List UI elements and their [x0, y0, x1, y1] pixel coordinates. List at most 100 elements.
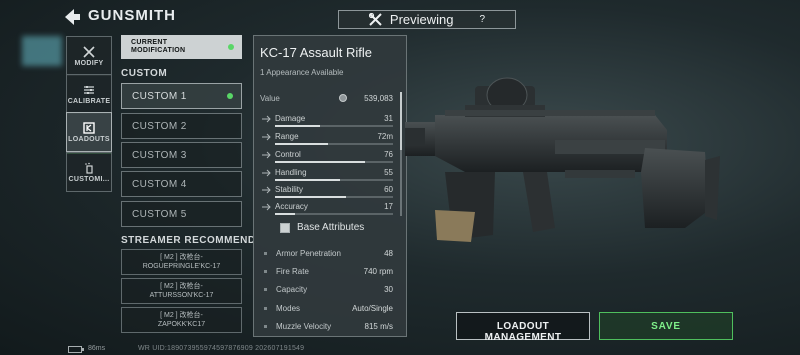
stat-value: 60	[384, 185, 393, 194]
uid-readout: WR UID:189073955974597876909 20260719154…	[138, 345, 305, 352]
custom-section-label: CUSTOM	[121, 68, 168, 79]
spray-icon	[85, 162, 93, 174]
previewing-label: Previewing	[389, 12, 454, 27]
help-icon[interactable]: ?	[480, 14, 486, 25]
stat-name: Control	[275, 150, 301, 159]
ping-readout: 86ms	[88, 345, 106, 352]
stat-name: Damage	[275, 114, 306, 123]
stat-bar-track	[275, 125, 393, 127]
bullet-icon	[264, 270, 267, 273]
nav-calibrate-label: CALIBRATE	[67, 97, 111, 105]
nav-calibrate[interactable]: CALIBRATE	[66, 74, 112, 114]
attribute-value: 815 m/s	[364, 322, 393, 331]
stat-value: 72m	[377, 132, 393, 141]
nav-modify-label: MODIFY	[74, 59, 104, 67]
previewing-indicator[interactable]: Previewing ?	[338, 10, 516, 29]
custom-slot-4[interactable]: CUSTOM 4	[121, 171, 242, 197]
bullet-icon	[264, 252, 267, 255]
stat-bar-fill	[275, 196, 346, 198]
streamer-preset-line1: [ M2 ] 改枪台-	[160, 254, 203, 261]
scrollbar-thumb[interactable]	[400, 92, 402, 150]
stat-bar-fill	[275, 179, 340, 181]
attribute-value: 48	[384, 249, 393, 258]
active-dot-icon	[227, 93, 233, 99]
streamer-preset-1[interactable]: [ M2 ] 改枪台- ROGUEPRINGLE'KC-17	[121, 249, 242, 275]
nav-modify[interactable]: MODIFY	[66, 36, 112, 76]
value-amount: 539,083	[364, 94, 393, 103]
streamer-preset-line1: [ M2 ] 改枪台-	[160, 312, 203, 319]
stat-bar-track	[275, 179, 393, 181]
nav-loadouts-label: LOADOUTS	[68, 135, 110, 143]
custom-slot-1[interactable]: CUSTOM 1	[121, 83, 242, 109]
battery-icon	[68, 346, 84, 353]
streamer-preset-line2: ROGUEPRINGLE'KC-17	[142, 263, 221, 270]
stability-icon	[262, 186, 271, 194]
accuracy-icon	[262, 203, 271, 211]
range-icon	[262, 133, 271, 141]
value-label: Value	[260, 94, 280, 103]
stat-name: Stability	[275, 185, 304, 194]
streamer-preset-line1: [ M2 ] 改枪台-	[160, 283, 203, 290]
attribute-value: Auto/Single	[352, 304, 393, 313]
save-button[interactable]: SAVE	[599, 312, 733, 340]
loadout-icon	[83, 121, 95, 134]
stat-bar-track	[275, 213, 393, 215]
nav-loadouts[interactable]: LOADOUTS	[66, 112, 112, 154]
nav-customize-label: CUSTOMI...	[68, 175, 110, 183]
nav-customize[interactable]: CUSTOMI...	[66, 152, 112, 192]
wrench-icon	[83, 45, 95, 58]
control-icon	[262, 151, 271, 159]
coin-icon	[339, 94, 347, 102]
stat-name: Handling	[275, 168, 307, 177]
stat-bar-fill	[275, 161, 365, 163]
stat-value: 55	[384, 168, 393, 177]
checkbox[interactable]	[280, 223, 290, 233]
stat-stability: Stability 60	[259, 185, 393, 203]
streamer-preset-2[interactable]: [ M2 ] 改枪台- ATTURSSON'KC-17	[121, 278, 242, 304]
attribute-name: Modes	[276, 304, 301, 313]
bullet-icon	[264, 288, 267, 291]
custom-slot-3[interactable]: CUSTOM 3	[121, 142, 242, 168]
appearance-count[interactable]: 1 Appearance Available	[260, 68, 343, 77]
page-title: GUNSMITH	[88, 7, 176, 24]
stat-bar-fill	[275, 213, 296, 215]
stat-handling: Handling 55	[259, 168, 393, 186]
custom-slot-5[interactable]: CUSTOM 5	[121, 201, 242, 227]
base-attributes-toggle[interactable]: Base Attributes	[266, 222, 396, 236]
weapon-name: KC-17 Assault Rifle	[260, 45, 372, 60]
streamer-preset-line2: ZAPOKK'KC17	[157, 321, 206, 328]
attribute-name: Armor Penetration	[276, 249, 341, 258]
attribute-name: Muzzle Velocity	[276, 322, 332, 331]
loadout-management-button[interactable]: LOADOUT MANAGEMENT	[456, 312, 590, 343]
custom-slot-label: CUSTOM 4	[132, 179, 187, 190]
stat-bar-track	[275, 143, 393, 145]
attribute-value: 740 rpm	[363, 267, 393, 276]
current-modification-line1: CURRENT	[131, 39, 168, 46]
stat-control: Control 76	[259, 150, 393, 168]
stat-damage: Damage 31	[259, 114, 393, 132]
streamer-preset-line2: ATTURSSON'KC-17	[149, 292, 214, 299]
bullet-icon	[264, 325, 267, 328]
base-attributes-label: Base Attributes	[297, 222, 365, 233]
attribute-name: Fire Rate	[276, 267, 309, 276]
stats-scrollbar[interactable]	[400, 92, 402, 216]
damage-icon	[262, 115, 271, 123]
bullet-icon	[264, 307, 267, 310]
handling-icon	[262, 169, 271, 177]
stat-value: 76	[384, 150, 393, 159]
streamer-preset-3[interactable]: [ M2 ] 改枪台- ZAPOKK'KC17	[121, 307, 242, 333]
stat-bar-track	[275, 161, 393, 163]
attribute-value: 30	[384, 285, 393, 294]
custom-slot-label: CUSTOM 3	[132, 150, 187, 161]
sliders-icon	[84, 85, 94, 94]
custom-slot-2[interactable]: CUSTOM 2	[121, 113, 242, 139]
back-arrow-icon[interactable]	[62, 8, 82, 26]
stat-bar-fill	[275, 125, 320, 127]
custom-slot-label: CUSTOM 2	[132, 121, 187, 132]
value-row: Value 539,083	[260, 94, 393, 103]
stat-bar-track	[275, 196, 393, 198]
attribute-name: Capacity	[276, 285, 308, 294]
current-modification-button[interactable]: CURRENT MODIFICATION	[121, 35, 242, 59]
stat-value: 31	[384, 114, 393, 123]
current-modification-line2: MODIFICATION	[131, 47, 186, 54]
